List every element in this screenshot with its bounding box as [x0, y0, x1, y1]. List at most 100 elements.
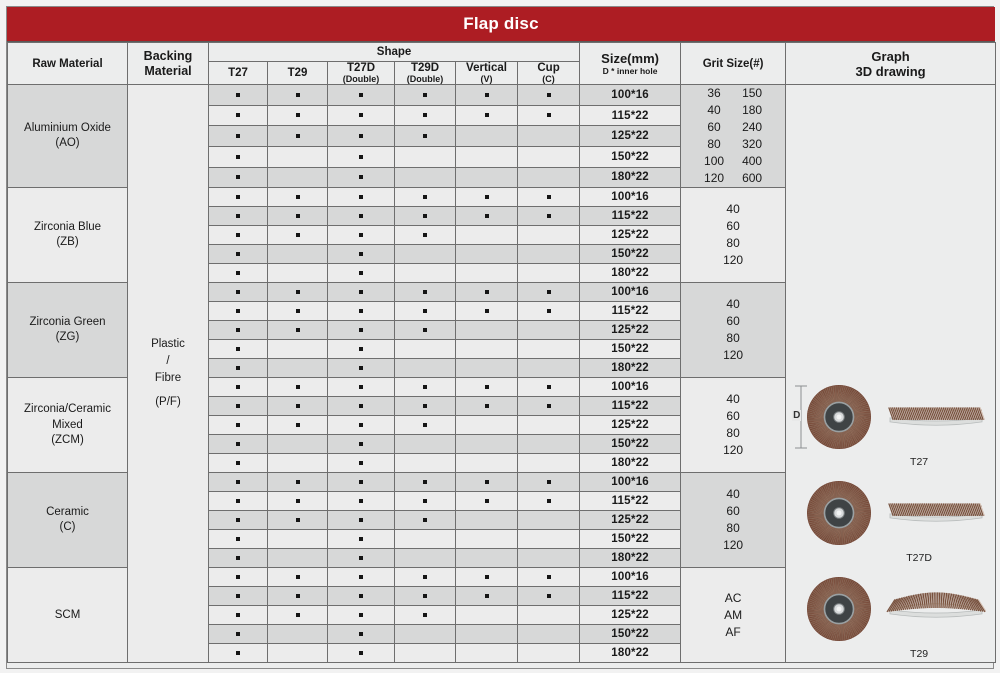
availability-dot-icon — [236, 271, 240, 276]
col-backing-material: Backing Material — [127, 41, 209, 86]
size-cell: 125*22 — [579, 605, 682, 626]
availability-dot-icon — [236, 404, 240, 409]
availability-cell-t29 — [267, 567, 328, 588]
availability-dot-icon — [546, 309, 551, 314]
availability-dot-icon — [236, 632, 240, 637]
availability-dot-icon — [236, 651, 240, 656]
availability-dot-icon — [359, 632, 363, 637]
size-cell: 115*22 — [579, 301, 682, 322]
availability-dot-icon — [423, 575, 427, 580]
shape-sublabel: (V) — [480, 73, 493, 84]
graph-cell: DT27T27DT29T29DVerticalCup — [785, 84, 997, 673]
availability-dot-icon — [484, 92, 489, 97]
availability-cell-cup — [516, 491, 581, 512]
availability-cell-t29 — [267, 125, 328, 147]
availability-cell-vertical — [455, 624, 518, 645]
raw-material-cell: Aluminium Oxide (AO) — [7, 84, 128, 189]
availability-cell-t27d — [327, 453, 395, 474]
availability-cell-t27 — [208, 187, 268, 208]
grit-value: 400 — [742, 154, 763, 169]
availability-cell-cup — [516, 548, 581, 569]
grit-value: 240 — [742, 120, 763, 135]
availability-cell-t27 — [208, 491, 268, 512]
availability-cell-vertical — [455, 434, 518, 455]
col-shape-group: Shape — [207, 42, 581, 62]
graph-caption: T27 — [910, 455, 929, 468]
availability-dot-icon — [295, 499, 300, 504]
availability-cell-t29d — [394, 643, 456, 664]
raw-material-cell: Zirconia Blue (ZB) — [7, 187, 128, 284]
availability-cell-t29d — [394, 244, 456, 265]
availability-dot-icon — [359, 271, 363, 276]
availability-cell-t27d — [327, 567, 395, 588]
availability-cell-t29 — [267, 586, 328, 607]
availability-dot-icon — [359, 309, 363, 314]
availability-dot-icon — [236, 233, 240, 238]
availability-cell-cup — [516, 624, 581, 645]
availability-cell-t27d — [327, 301, 395, 322]
backing-material-code: (P/F) — [155, 396, 181, 409]
availability-cell-vertical — [455, 301, 518, 322]
size-cell: 150*22 — [579, 244, 682, 265]
availability-cell-vertical — [455, 472, 518, 493]
availability-dot-icon — [236, 252, 240, 257]
availability-cell-t27d — [327, 491, 395, 512]
title-bar: Flap disc — [7, 7, 995, 42]
shape-label: T29D — [410, 62, 440, 74]
raw-material-cell: Zirconia/Ceramic Mixed (ZCM) — [7, 377, 128, 474]
grit-value: 120 — [723, 253, 744, 268]
availability-dot-icon — [423, 385, 427, 390]
availability-cell-t29d — [394, 339, 456, 360]
availability-cell-t27d — [327, 472, 395, 493]
availability-dot-icon — [236, 518, 240, 523]
col-shape-t29: T29 — [267, 60, 328, 86]
availability-dot-icon — [359, 252, 363, 257]
availability-dot-icon — [423, 290, 427, 295]
availability-dot-icon — [423, 518, 427, 523]
flap-disc-front-icon — [806, 480, 872, 549]
availability-dot-icon — [359, 214, 363, 219]
availability-cell-t27d — [327, 339, 395, 360]
availability-dot-icon — [546, 214, 551, 219]
size-cell: 115*22 — [579, 104, 682, 127]
availability-cell-t27 — [208, 320, 268, 341]
availability-cell-cup — [516, 206, 581, 227]
size-cell: 115*22 — [579, 206, 682, 227]
size-cell: 125*22 — [579, 225, 682, 246]
availability-cell-t27 — [208, 453, 268, 474]
availability-cell-t27 — [208, 510, 268, 531]
availability-cell-t29d — [394, 104, 456, 127]
availability-cell-t29 — [267, 529, 328, 550]
availability-dot-icon — [359, 461, 363, 466]
availability-cell-t27 — [208, 282, 268, 303]
availability-cell-t27d — [327, 145, 395, 168]
availability-cell-cup — [516, 605, 581, 626]
col-shape-t29d: T29D (Double) — [394, 60, 456, 86]
availability-cell-t29d — [394, 166, 456, 189]
availability-cell-vertical — [455, 491, 518, 512]
size-cell: 180*22 — [579, 166, 682, 189]
col-raw-material: Raw Material — [7, 41, 128, 86]
availability-dot-icon — [236, 175, 240, 180]
availability-cell-t29d — [394, 453, 456, 474]
availability-cell-t27 — [208, 244, 268, 265]
availability-cell-t27 — [208, 472, 268, 493]
availability-cell-t29d — [394, 605, 456, 626]
availability-dot-icon — [423, 195, 427, 200]
availability-cell-cup — [516, 104, 581, 127]
availability-cell-t27 — [208, 434, 268, 455]
availability-cell-t29 — [267, 244, 328, 265]
shape-sublabel: (Double) — [342, 73, 380, 84]
shape-label: T27 — [228, 66, 248, 79]
raw-material-cell: SCM — [7, 567, 128, 664]
availability-cell-t29d — [394, 472, 456, 493]
size-line1: Size(mm) — [601, 51, 659, 67]
availability-cell-t29 — [267, 396, 328, 417]
specification-table: Raw Material Backing Material Shape Size… — [7, 41, 997, 673]
availability-cell-t27d — [327, 643, 395, 664]
availability-cell-t27 — [208, 377, 268, 398]
availability-dot-icon — [295, 575, 300, 580]
size-cell: 180*22 — [579, 263, 682, 284]
flap-disc-front-icon — [806, 576, 872, 645]
